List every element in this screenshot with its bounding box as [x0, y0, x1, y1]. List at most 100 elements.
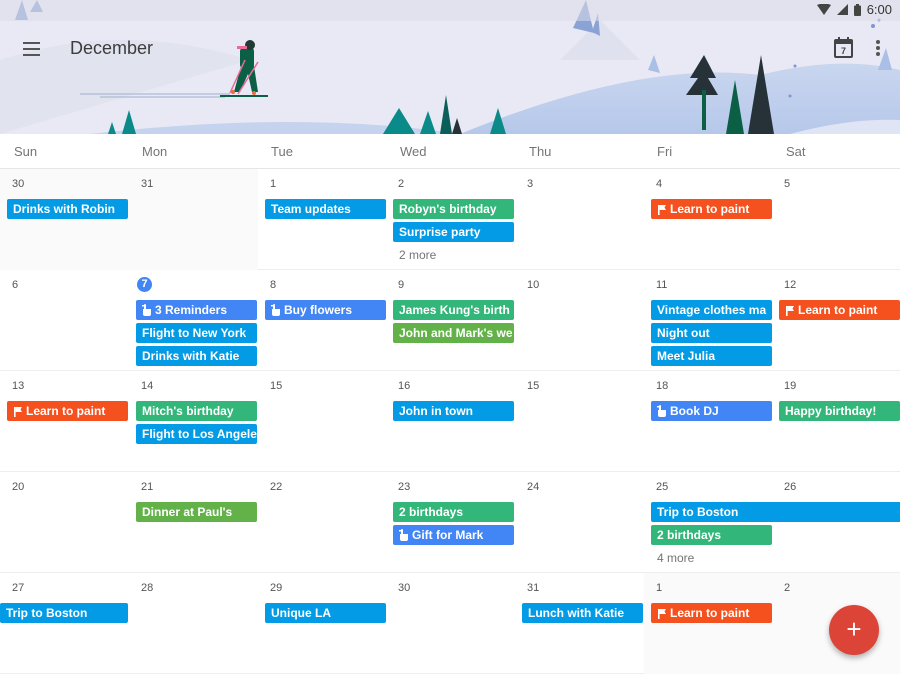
day-cell[interactable]: 27: [0, 573, 129, 674]
create-event-fab[interactable]: +: [829, 605, 879, 655]
event-title: Gift for Mark: [412, 528, 484, 542]
event-chip[interactable]: Meet Julia: [651, 346, 772, 366]
day-cell[interactable]: 31: [515, 573, 644, 674]
day-number: 30: [398, 582, 411, 594]
day-cell[interactable]: 30: [386, 573, 515, 674]
event-chip[interactable]: Buy flowers: [265, 300, 386, 320]
event-chip[interactable]: 3 Reminders: [136, 300, 257, 320]
event-chip[interactable]: 2 birthdays: [393, 502, 514, 522]
status-bar: 6:00: [0, 0, 900, 21]
day-cell[interactable]: 24: [515, 472, 644, 573]
event-title: Trip to Boston: [6, 606, 88, 620]
event-title: Mitch's birthday: [142, 404, 234, 418]
weekday-sat: Sat: [786, 144, 806, 159]
day-cell[interactable]: 21: [129, 472, 258, 573]
more-events-link[interactable]: 4 more: [657, 551, 694, 565]
event-chip[interactable]: Learn to paint: [7, 401, 128, 421]
day-number: 3: [527, 178, 534, 190]
event-title: Learn to paint: [26, 404, 106, 418]
day-cell[interactable]: 1: [258, 169, 386, 270]
day-cell[interactable]: 4: [644, 169, 772, 270]
event-chip[interactable]: Drinks with Robin: [7, 199, 128, 219]
event-chip[interactable]: Vintage clothes ma: [651, 300, 772, 320]
more-events-link[interactable]: 2 more: [399, 248, 436, 262]
day-cell[interactable]: 5: [772, 169, 900, 270]
day-cell[interactable]: 29: [258, 573, 386, 674]
day-cell[interactable]: 3: [515, 169, 644, 270]
event-chip[interactable]: Trip to Boston: [0, 603, 128, 623]
event-chip[interactable]: Unique LA: [265, 603, 386, 623]
day-cell[interactable]: 9: [386, 270, 515, 371]
event-chip[interactable]: Robyn's birthday: [393, 199, 514, 219]
week-row: 20 21 Dinner at Paul's 22 23 2 birthdays Gift …: [0, 472, 900, 573]
weekday-tue: Tue: [271, 144, 293, 159]
weekday-fri: Fri: [657, 144, 673, 159]
reminder-hand-icon: [657, 405, 666, 417]
event-chip[interactable]: Lunch with Katie: [522, 603, 643, 623]
signal-icon: [836, 4, 848, 15]
day-cell[interactable]: 10: [515, 270, 644, 371]
day-cell[interactable]: 12: [772, 270, 900, 371]
event-title: Lunch with Katie: [528, 606, 624, 620]
day-cell[interactable]: 19: [772, 371, 900, 472]
day-cell[interactable]: 6: [0, 270, 129, 371]
hamburger-menu-icon[interactable]: [20, 39, 44, 59]
day-number: 30: [12, 178, 25, 190]
day-cell[interactable]: 26: [772, 472, 900, 573]
day-cell[interactable]: 16: [386, 371, 515, 472]
header-illustration: 6:00 December 7: [0, 0, 900, 134]
day-number: 15: [527, 380, 540, 392]
wifi-icon: [816, 4, 831, 15]
event-chip[interactable]: Flight to Los Angele: [136, 424, 257, 444]
event-title: 2 birthdays: [399, 505, 464, 519]
event-chip[interactable]: Mitch's birthday: [136, 401, 257, 421]
event-chip[interactable]: Drinks with Katie: [136, 346, 257, 366]
week-row: 13 Learn to paint 14 Mitch's birthday Flight…: [0, 371, 900, 472]
event-chip[interactable]: Learn to paint: [651, 199, 772, 219]
day-cell[interactable]: 30: [0, 169, 129, 270]
battery-icon: [853, 3, 861, 16]
week-row: 27 Trip to Boston 28 29 Unique LA 30 31 Lunch w…: [0, 573, 900, 674]
day-number: 29: [270, 582, 283, 594]
event-chip[interactable]: James Kung's birth: [393, 300, 514, 320]
day-number: 6: [12, 279, 19, 291]
day-number: 20: [12, 481, 25, 493]
day-cell[interactable]: 1: [644, 573, 772, 674]
event-chip[interactable]: Learn to paint: [651, 603, 772, 623]
add-icon: +: [846, 614, 862, 644]
event-title: Learn to paint: [798, 303, 878, 317]
event-chip[interactable]: Book DJ: [651, 401, 772, 421]
day-cell[interactable]: 15: [515, 371, 644, 472]
event-chip[interactable]: 2 birthdays: [651, 525, 772, 545]
day-cell[interactable]: 15: [258, 371, 386, 472]
event-chip[interactable]: Night out: [651, 323, 772, 343]
event-chip[interactable]: Dinner at Paul's: [136, 502, 257, 522]
more-vert-icon[interactable]: [870, 37, 886, 59]
day-number: 5: [784, 178, 791, 190]
event-chip[interactable]: Learn to paint: [779, 300, 900, 320]
event-chip[interactable]: John in town: [393, 401, 514, 421]
day-cell[interactable]: 8: [258, 270, 386, 371]
day-number: 16: [398, 380, 411, 392]
day-cell[interactable]: 14: [129, 371, 258, 472]
day-cell[interactable]: 23: [386, 472, 515, 573]
event-chip[interactable]: Gift for Mark: [393, 525, 514, 545]
day-cell[interactable]: 28: [129, 573, 258, 674]
day-cell[interactable]: 18: [644, 371, 772, 472]
day-cell[interactable]: 20: [0, 472, 129, 573]
today-calendar-icon[interactable]: 7: [832, 36, 856, 60]
event-chip[interactable]: John and Mark's we: [393, 323, 514, 343]
event-title: John and Mark's we: [399, 326, 513, 340]
event-chip[interactable]: Flight to New York: [136, 323, 257, 343]
day-cell[interactable]: 13: [0, 371, 129, 472]
event-chip[interactable]: Happy birthday!: [779, 401, 900, 421]
flag-icon: [14, 406, 22, 417]
month-grid: 30 Drinks with Robin 31 1 Team updates 2 Robyn…: [0, 169, 900, 675]
day-number: 26: [784, 481, 797, 493]
event-title: Drinks with Robin: [13, 202, 115, 216]
event-chip[interactable]: Surprise party: [393, 222, 514, 242]
day-cell[interactable]: 31: [129, 169, 258, 270]
event-title: Learn to paint: [670, 202, 750, 216]
day-cell[interactable]: 22: [258, 472, 386, 573]
event-chip[interactable]: Team updates: [265, 199, 386, 219]
